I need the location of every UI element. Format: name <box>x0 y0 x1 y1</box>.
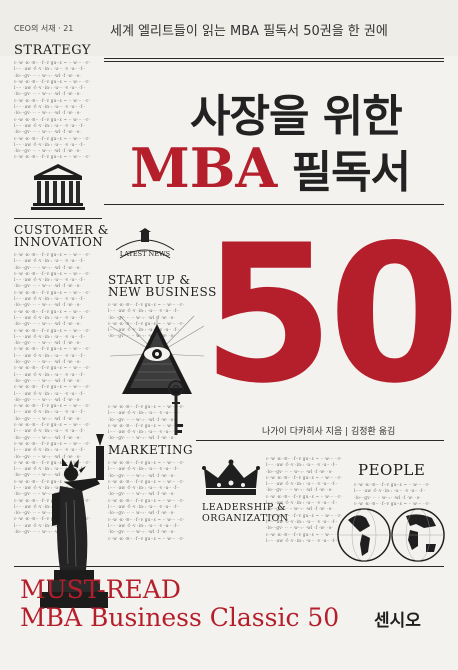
eye-pyramid-icon <box>109 315 205 394</box>
divider <box>196 440 444 441</box>
series-label: CEO의 서재 · 21 <box>14 24 74 33</box>
main-title-line1: 사장을 위한 <box>190 91 403 142</box>
world-map-icon <box>337 508 445 562</box>
main-title-number: 50 <box>202 204 458 425</box>
vintage-key-icon <box>168 380 184 435</box>
main-title-mba: MBA <box>130 136 278 200</box>
english-title-line2: MBA Business Classic 50 <box>20 603 340 632</box>
divider <box>14 218 102 219</box>
tagline: 세계 엘리트들이 읽는 MBA 필독서 50권을 한 권에 <box>110 24 388 39</box>
latest-news-badge-icon: LATEST NEWS <box>115 228 175 259</box>
publisher-logo: 센시오 <box>374 611 421 631</box>
section-head-strategy: STRATEGY <box>14 43 91 58</box>
english-title-line1: MUST-READ <box>20 575 181 604</box>
divider <box>14 566 444 567</box>
latest-news-label: LATEST NEWS <box>120 250 170 258</box>
main-title-suffix: 필독서 <box>291 147 411 198</box>
author-credits: 나가이 다카히사 지음 | 김정환 옮김 <box>262 427 396 437</box>
section-head-people: PEOPLE <box>358 461 426 479</box>
divider <box>104 58 444 59</box>
news-text-column: ℓ··w ·κ··≡·· ·f··v gu··ε ~ ·· w··· ··r· l… <box>14 60 91 160</box>
section-head-customer-2: INNOVATION <box>14 235 104 249</box>
crown-icon <box>202 459 260 495</box>
greek-temple-icon <box>31 164 85 210</box>
divider <box>104 61 444 62</box>
main-title-line2: MBA 필독서 <box>130 136 411 200</box>
section-head-startup-2: NEW BUSINESS <box>108 285 217 299</box>
